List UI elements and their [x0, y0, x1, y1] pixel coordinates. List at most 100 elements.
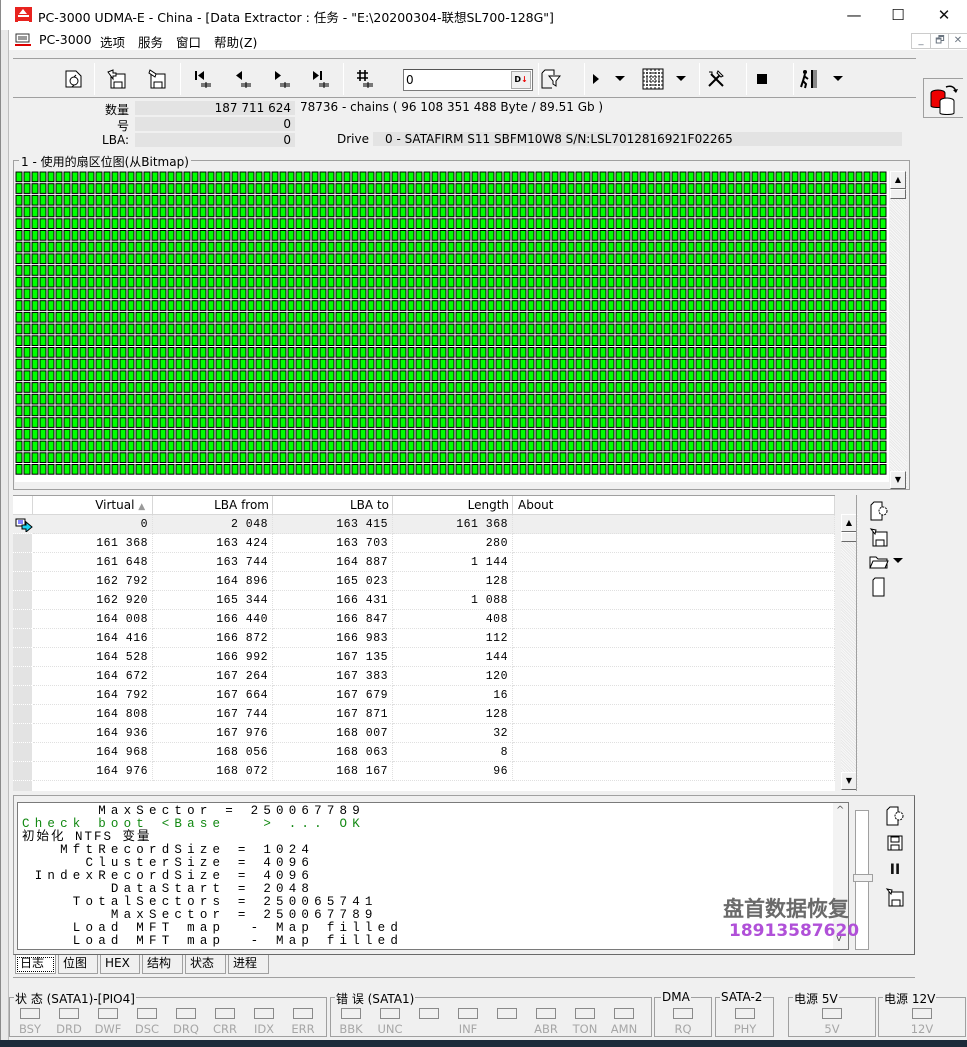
table-row[interactable]: 164 008 166 440 166 847 408 — [13, 610, 835, 629]
lba-input[interactable]: 0 D↓ — [403, 69, 533, 91]
bitmap-cell — [871, 206, 879, 218]
bitmap-cell — [271, 370, 279, 382]
tab-process[interactable]: 进程 — [228, 955, 269, 974]
bitmap-cell — [519, 194, 527, 206]
menu-service[interactable]: 服务 — [138, 32, 163, 51]
table-row[interactable]: 164 968 168 056 168 063 8 — [13, 743, 835, 762]
play-dropdown-icon[interactable] — [611, 65, 629, 93]
bitmap-cell — [511, 300, 519, 311]
new-config-icon[interactable] — [865, 497, 893, 525]
bitmap-cell — [263, 206, 271, 218]
tab-log[interactable]: 日志 — [15, 955, 56, 974]
table-row[interactable]: 164 792 167 664 167 679 16 — [13, 686, 835, 705]
bitmap-cell — [47, 253, 55, 265]
pc3000-menu-icon[interactable] — [15, 33, 31, 46]
bitmap-cell — [31, 183, 39, 194]
table-row[interactable]: 164 416 166 872 166 983 112 — [13, 629, 835, 648]
table-row[interactable]: 164 672 167 264 167 383 120 — [13, 667, 835, 686]
save-log-icon[interactable] — [881, 829, 909, 857]
pause-log-button[interactable]: II — [881, 856, 909, 884]
scroll-up-button[interactable]: ▲ — [890, 171, 906, 189]
stop-icon[interactable] — [748, 65, 776, 93]
tab-hex[interactable]: HEX — [100, 955, 140, 974]
disk-copy-panel-button[interactable] — [923, 78, 963, 118]
table-row[interactable]: 164 528 166 992 167 135 144 — [13, 648, 835, 667]
goto-number-icon[interactable] — [351, 65, 379, 93]
header-about[interactable]: About — [513, 496, 835, 515]
header-virtual[interactable]: Virtual ▲ — [33, 496, 153, 515]
table-row[interactable]: 162 792 164 896 165 023 128 — [13, 572, 835, 591]
header-length[interactable]: Length — [393, 496, 513, 515]
tab-structure[interactable]: 结构 — [142, 955, 183, 974]
exit-dropdown-icon[interactable] — [829, 65, 847, 93]
close-button[interactable]: ✕ — [921, 0, 967, 30]
header-lba-from[interactable]: LBA from — [153, 496, 273, 515]
mdi-close-button[interactable]: ✕ — [948, 33, 967, 49]
table-row[interactable]: 164 976 168 072 168 167 96 — [13, 762, 835, 781]
open-dropdown-icon[interactable] — [891, 547, 905, 575]
play-icon[interactable] — [582, 65, 610, 93]
bitmap-cell — [343, 405, 351, 417]
new-log-icon[interactable] — [881, 802, 909, 830]
first-icon[interactable] — [189, 65, 217, 93]
save-load-icon[interactable] — [103, 65, 131, 93]
scroll-up-button[interactable]: ▲ — [841, 514, 857, 532]
bitmap-cell — [695, 241, 703, 253]
bitmap-cell — [23, 335, 31, 347]
bitmap-cell — [583, 241, 591, 253]
log-level-slider-thumb[interactable] — [853, 874, 873, 882]
filter-icon[interactable] — [536, 65, 564, 93]
table-row[interactable]: 164 936 167 976 168 007 32 — [13, 724, 835, 743]
bitmap-cell — [239, 358, 247, 370]
bitmap-cell — [175, 464, 183, 475]
bitmap-cell — [791, 393, 799, 405]
scroll-thumb[interactable] — [890, 189, 906, 199]
table-row[interactable]: 161 648 163 744 164 887 1 144 — [13, 553, 835, 572]
refresh-disk-icon[interactable] — [60, 65, 88, 93]
tab-status[interactable]: 状态 — [185, 955, 226, 974]
tools-icon[interactable] — [702, 65, 730, 93]
next-icon[interactable] — [268, 65, 296, 93]
prev-icon[interactable] — [229, 65, 257, 93]
minimize-button[interactable]: — — [831, 0, 877, 30]
mdi-minimize-button[interactable]: _ — [911, 33, 931, 49]
last-icon[interactable] — [307, 65, 335, 93]
menu-pc3000[interactable]: PC-3000 — [39, 32, 92, 47]
sector-bitmap[interactable] — [15, 171, 889, 482]
table-row[interactable]: 02 048 163 415 161 368 — [13, 515, 835, 534]
open-folder-icon[interactable] — [865, 547, 893, 575]
mdi-restore-button[interactable]: 🗗 — [930, 33, 950, 49]
bitmap-cell — [279, 241, 287, 253]
scroll-thumb[interactable] — [841, 532, 857, 542]
bitmap-scrollbar[interactable]: ▲ ▼ — [890, 171, 907, 489]
exit-icon[interactable] — [795, 65, 823, 93]
grid-icon[interactable] — [639, 65, 667, 93]
menu-window[interactable]: 窗口 — [176, 32, 201, 51]
scroll-up-button[interactable]: ^ — [836, 805, 844, 816]
scroll-down-button[interactable]: ▼ — [890, 471, 906, 489]
menu-options[interactable]: 选项 — [100, 32, 125, 51]
lba-down-button[interactable]: D↓ — [511, 71, 531, 89]
tab-bitmap[interactable]: 位图 — [58, 955, 98, 974]
maximize-button[interactable]: ☐ — [875, 0, 921, 30]
header-lba-to[interactable]: LBA to — [273, 496, 393, 515]
grid-dropdown-icon[interactable] — [672, 65, 690, 93]
bitmap-cell — [855, 265, 863, 276]
bitmap-cell — [119, 382, 127, 393]
table-row[interactable]: 161 368 163 424 163 703 280 — [13, 534, 835, 553]
table-row[interactable]: 162 920 165 344 166 431 1 088 — [13, 591, 835, 610]
menu-help[interactable]: 帮助(Z) — [214, 32, 257, 51]
bitmap-cell — [279, 440, 287, 452]
bitmap-cell — [279, 464, 287, 475]
bitmap-cell — [103, 183, 111, 194]
bitmap-cell — [423, 323, 431, 335]
save-export-icon[interactable] — [143, 65, 171, 93]
bitmap-cell — [743, 323, 751, 335]
new-document-icon[interactable] — [865, 573, 893, 601]
bitmap-cell — [519, 428, 527, 440]
bitmap-cell — [87, 464, 95, 475]
bitmap-cell — [799, 265, 807, 276]
scroll-down-button[interactable]: ▼ — [841, 772, 857, 790]
export-log-icon[interactable] — [881, 883, 909, 911]
table-row[interactable]: 164 808 167 744 167 871 128 — [13, 705, 835, 724]
